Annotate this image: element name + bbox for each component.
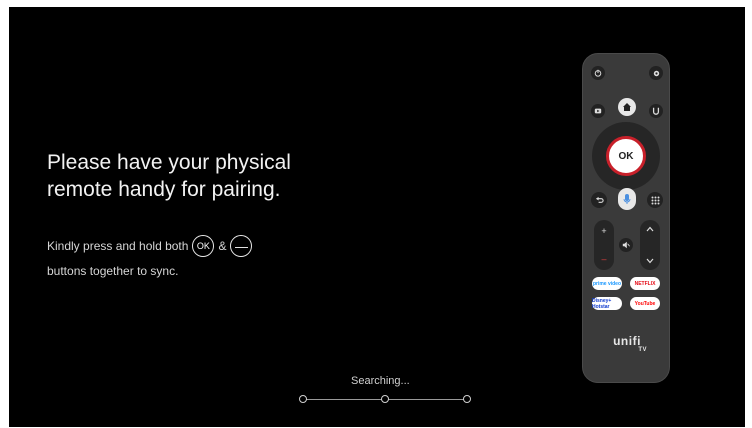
prime-video-button: prime video [592,277,622,290]
volume-minus-label: – [601,254,607,264]
apps-grid-icon [647,192,663,208]
mic-icon [618,188,636,210]
chevron-up-icon [646,226,654,232]
instruction-and: & [218,239,227,253]
disney-hotstar-button: Disney+ Hotstar [592,297,622,310]
unifi-button-icon [649,104,663,118]
search-status: Searching... [351,375,410,387]
volume-rocker: + – [594,220,614,270]
minus-button-icon: — [230,235,253,257]
chevron-down-icon [646,258,654,264]
youtube-app-button: YouTube [630,297,660,310]
power-icon [591,66,605,80]
instruction-suffix: buttons together to sync. [47,264,179,278]
netflix-button: NETFLIX [630,277,660,290]
brand-name: unifi [613,334,641,348]
volume-plus-label: + [601,226,607,236]
settings-icon [649,66,663,80]
ok-button: OK [606,136,646,176]
pairing-instructions: Kindly press and hold both OK & — button… [47,234,256,278]
channel-rocker [640,220,660,270]
title-line-2: remote handy for pairing. [47,178,281,201]
youtube-button-icon [591,104,605,118]
pairing-screen: Please have your physical remote handy f… [9,7,745,427]
home-icon [618,98,636,116]
progress-dot [299,395,307,403]
progress-dot [463,395,471,403]
mute-icon [619,238,633,252]
remote-illustration: OK + – prime video NETFLIX Disney+ Hotst… [582,53,670,383]
instruction-prefix: Kindly press and hold both [47,239,189,253]
title-line-1: Please have your physical [47,151,291,174]
page-title: Please have your physical remote handy f… [47,149,291,203]
back-icon [591,192,607,208]
unifi-tv-logo: unifi TV [601,334,653,353]
search-progress-indicator [299,393,471,407]
ok-button-icon: OK [192,235,215,257]
progress-dot [381,395,389,403]
